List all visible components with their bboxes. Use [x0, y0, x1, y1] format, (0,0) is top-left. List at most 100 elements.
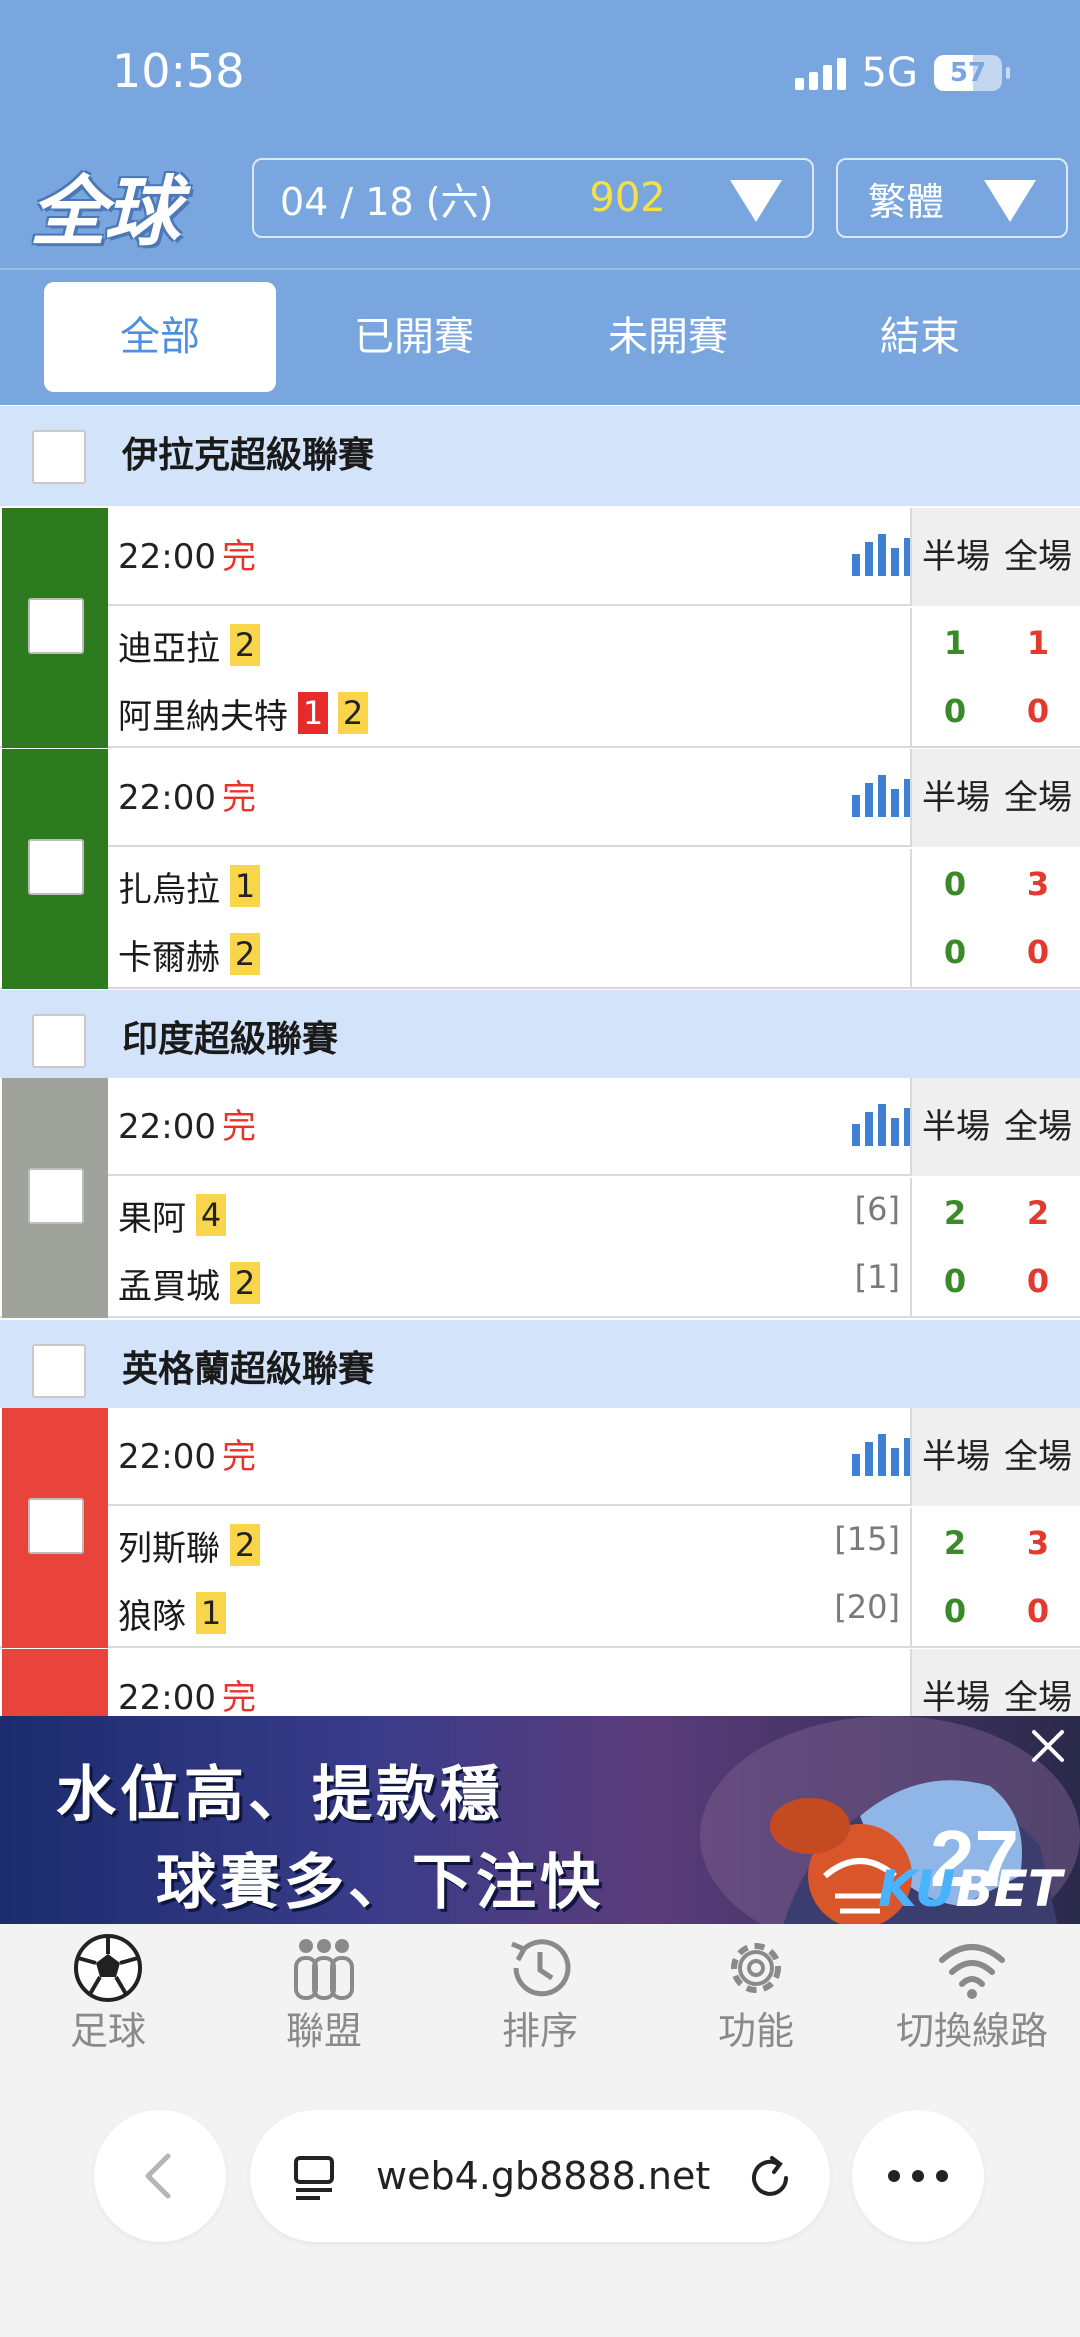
yellow-card-badge: 1 [196, 1592, 226, 1634]
league-checkbox[interactable] [32, 1344, 86, 1398]
reload-icon[interactable] [748, 2154, 794, 2200]
match-row[interactable]: 22:00 完 半場 全場 扎烏拉 1 卡爾赫 2 0 3 0 0 [0, 749, 1080, 989]
match-status: 完 [222, 537, 256, 577]
match-time-row: 22:00 完 半場 全場 [108, 749, 1080, 847]
full-time-label: 全場 [1004, 537, 1072, 577]
address-bar[interactable]: web4.gb8888.net [250, 2110, 830, 2242]
filter-tabs: 全部 已開賽 未開賽 結束 [0, 280, 1080, 392]
stats-chart-icon[interactable] [852, 1434, 912, 1476]
battery-icon: 57 [934, 55, 1010, 91]
half-time-label: 半場 [922, 1437, 990, 1477]
full-time-label: 全場 [1004, 1437, 1072, 1477]
score-column [910, 1508, 1080, 1646]
nav-label: 足球 [69, 2009, 146, 2053]
language-select[interactable]: 繁體 [836, 158, 1068, 238]
home-half-score: 1 [943, 624, 967, 662]
match-time-row: 22:00 完 半場 全場 [108, 1078, 1080, 1176]
match-checkbox[interactable] [28, 1168, 84, 1224]
home-half-score: 0 [943, 865, 967, 903]
bottom-nav: 足球 聯盟 排序 功能 切換線路 [0, 1924, 1080, 2064]
dropdown-triangle-icon [984, 180, 1036, 222]
nav-league[interactable]: 聯盟 [216, 1924, 432, 2064]
tab-finished[interactable]: 結束 [804, 282, 1036, 392]
back-button[interactable] [94, 2110, 226, 2242]
home-half-score: 2 [943, 1194, 967, 1232]
stats-chart-icon[interactable] [852, 1104, 912, 1146]
history-sort-icon [511, 1939, 571, 1997]
league-checkbox[interactable] [32, 430, 86, 484]
half-time-label: 半場 [922, 537, 990, 577]
match-row[interactable]: 22:00 完 半場 全場 迪亞拉 2 阿里納夫特 1 2 1 1 0 0 [0, 508, 1080, 748]
tab-started[interactable]: 已開賽 [298, 282, 530, 392]
score-column [910, 608, 1080, 746]
score-header: 半場 全場 [910, 1078, 1080, 1176]
score-header: 半場 全場 [910, 1408, 1080, 1506]
yellow-card-badge: 2 [230, 933, 260, 975]
stats-chart-icon[interactable] [852, 775, 912, 817]
home-team: 迪亞拉 2 [118, 620, 260, 670]
app-root: 10:58 5G 57 全球 04 / 18 (六) 902 繁體 全部 已開賽… [0, 0, 1080, 2337]
tab-all[interactable]: 全部 [44, 282, 276, 392]
nav-functions[interactable]: 功能 [648, 1924, 864, 2064]
page-menu-icon[interactable] [292, 2154, 338, 2200]
match-checkbox[interactable] [28, 839, 84, 895]
status-time: 10:58 [112, 44, 245, 98]
league-color-bar [2, 749, 108, 989]
yellow-card-badge: 2 [230, 1524, 260, 1566]
match-status: 完 [222, 1437, 256, 1477]
home-team: 列斯聯 2 [118, 1520, 260, 1570]
match-checkbox[interactable] [28, 598, 84, 654]
url-text: web4.gb8888.net [376, 2154, 711, 2198]
league-name: 印度超級聯賽 [122, 1019, 339, 1060]
league-color-bar [2, 1408, 108, 1648]
close-icon[interactable] [1026, 1724, 1070, 1768]
team-name: 列斯聯 [118, 1528, 220, 1569]
league-name: 英格蘭超級聯賽 [122, 1349, 375, 1390]
more-dots-icon [888, 2170, 948, 2182]
nav-sort[interactable]: 排序 [432, 1924, 648, 2064]
league-color-bar [2, 508, 108, 748]
ad-banner[interactable]: 水位高、提款穩 球賽多、下注快 27 KUBET [0, 1716, 1080, 1924]
score-header: 半場 全場 [910, 508, 1080, 606]
team-name: 阿里納夫特 [118, 696, 288, 737]
team-name: 孟買城 [118, 1266, 220, 1307]
match-row[interactable]: 22:00 完 半場 全場 果阿 4 [6] 孟買城 2 [1] 2 2 0 0 [0, 1078, 1080, 1318]
more-options-button[interactable] [852, 2110, 984, 2242]
top-header: 10:58 5G 57 全球 04 / 18 (六) 902 繁體 全部 已開賽… [0, 0, 1080, 405]
match-count: 902 [589, 175, 666, 221]
league-header: 印度超級聯賽 [0, 990, 1080, 1090]
chevron-left-icon [145, 2153, 171, 2199]
yellow-card-badge: 4 [196, 1194, 226, 1236]
home-team: 扎烏拉 1 [118, 861, 260, 911]
league-name: 伊拉克超級聯賽 [122, 435, 375, 476]
away-team: 孟買城 2 [118, 1258, 260, 1308]
ad-headline: 水位高、提款穩 [56, 1760, 504, 1830]
away-rank: [1] [854, 1258, 900, 1296]
nav-soccer[interactable]: 足球 [0, 1924, 216, 2064]
date-select[interactable]: 04 / 18 (六) 902 [252, 158, 814, 238]
home-team: 果阿 4 [118, 1190, 226, 1240]
home-rank: [6] [854, 1190, 900, 1228]
team-name: 迪亞拉 [118, 628, 220, 669]
away-half-score: 0 [943, 692, 967, 730]
nav-label: 聯盟 [285, 2009, 362, 2053]
league-header: 伊拉克超級聯賽 [0, 406, 1080, 506]
tab-not-started[interactable]: 未開賽 [552, 282, 784, 392]
nav-label: 排序 [501, 2009, 578, 2053]
league-icon [294, 1939, 354, 2000]
match-time-row: 22:00 完 半場 全場 [108, 508, 1080, 606]
match-checkbox[interactable] [28, 1498, 84, 1554]
nav-label: 切換線路 [895, 2009, 1048, 2053]
league-checkbox[interactable] [32, 1014, 86, 1068]
match-row[interactable]: 22:00 完 半場 全場 列斯聯 2 [15] 狼隊 1 [20] 2 3 0… [0, 1408, 1080, 1648]
away-full-score: 0 [1026, 1262, 1050, 1300]
score-column [910, 1178, 1080, 1316]
match-time: 22:00 [118, 537, 216, 577]
nav-switch-route[interactable]: 切換線路 [864, 1924, 1080, 2064]
half-time-label: 半場 [922, 1107, 990, 1147]
soccer-ball-icon [74, 1934, 142, 2002]
stats-chart-icon[interactable] [852, 534, 912, 576]
away-full-score: 0 [1026, 1592, 1050, 1630]
away-team: 阿里納夫特 1 2 [118, 688, 368, 738]
half-time-label: 半場 [922, 778, 990, 818]
